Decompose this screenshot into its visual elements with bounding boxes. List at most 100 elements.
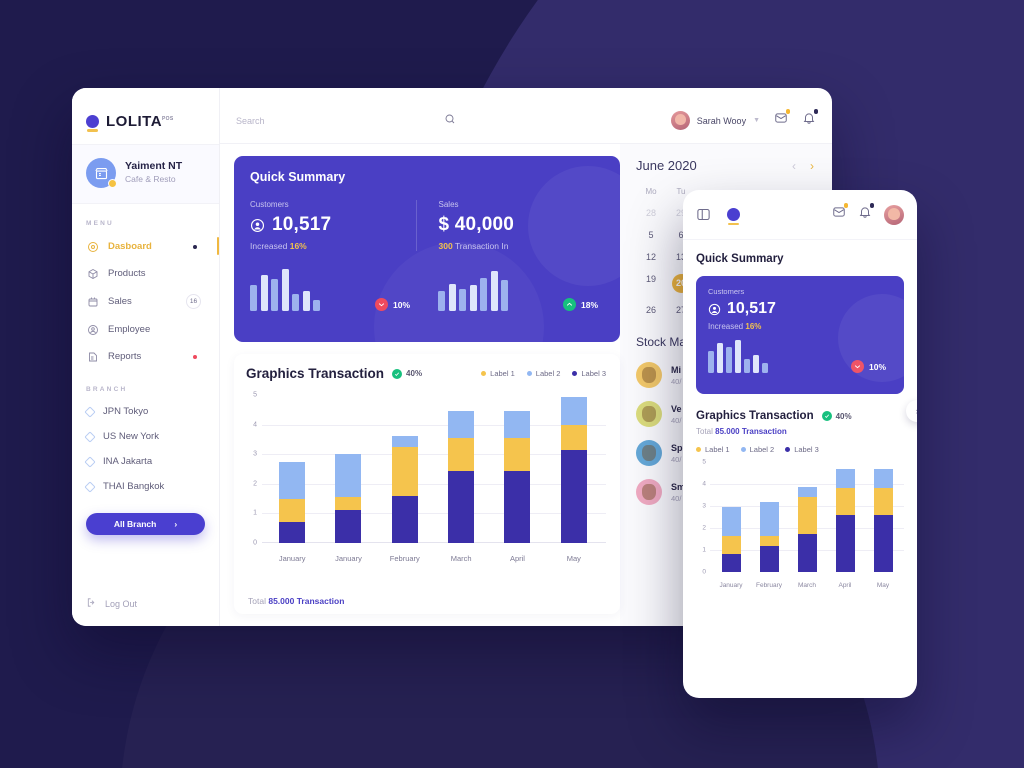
sparkline-bar (271, 279, 278, 311)
branch-item-jpn-tokyo[interactable]: JPN Tokyo (72, 399, 219, 424)
sidebar-item-label: Sales (108, 296, 132, 307)
sparkline-bar (726, 347, 732, 373)
branch-item-label: THAI Bangkok (103, 481, 165, 492)
all-branch-button[interactable]: All Branch › (86, 513, 205, 535)
branch-item-thai-bangkok[interactable]: THAI Bangkok (72, 474, 219, 499)
legend-label: Label 2 (749, 445, 775, 454)
y-axis: 0 1 2 3 4 5 (246, 392, 260, 547)
app-logo[interactable]: LOLITAPOS (72, 98, 219, 144)
user-circle-icon (86, 323, 99, 336)
y-tick-label: 2 (253, 480, 257, 488)
bar-segment (873, 468, 893, 489)
legend-swatch (572, 371, 578, 376)
mobile-graphics-badge-value: 40% (835, 411, 852, 421)
metric-value: $ 40,000 (438, 214, 515, 235)
x-tick-label: January (719, 582, 743, 589)
sidebar-item-sales[interactable]: Sales 16 (72, 287, 219, 316)
bar-segment (335, 454, 362, 498)
mobile-customers-sparkline (708, 340, 768, 373)
bar-segment (759, 545, 779, 572)
left-column: Quick Summary Customers 10,517 Increased… (220, 144, 620, 626)
calendar-day[interactable]: 5 (636, 230, 666, 240)
x-tick-label: May (566, 554, 581, 563)
bar-segment (835, 488, 855, 515)
stock-item-thumbnail (636, 440, 662, 466)
legend-label: Label 3 (794, 445, 819, 454)
user-menu[interactable]: Sarah Wooy ▼ (670, 111, 760, 130)
search-box[interactable] (236, 112, 481, 130)
mail-icon[interactable] (832, 203, 848, 224)
sidebar-item-products[interactable]: Products (72, 260, 219, 287)
sparkline-bar (762, 363, 768, 373)
calendar-prev-button[interactable]: ‹ (792, 159, 796, 173)
search-icon[interactable] (444, 112, 456, 130)
sidebar-toggle-icon[interactable] (696, 207, 711, 222)
mail-badge-dot (843, 203, 848, 208)
bar-segment (391, 495, 418, 543)
bar-segment (835, 514, 855, 572)
logout-button[interactable]: Log Out (72, 597, 219, 626)
chevron-down-icon[interactable]: ▼ (753, 117, 760, 124)
calendar-nav: ‹ › (792, 159, 832, 173)
y-axis: 0 1 2 3 4 5 (696, 459, 708, 576)
graphics-transaction-card: Graphics Transaction 40% Label 1 Label 2L… (234, 354, 620, 614)
customers-sparkline (250, 269, 320, 311)
stock-item-thumbnail (636, 401, 662, 427)
sidebar-item-label: Products (108, 268, 146, 279)
bell-icon[interactable] (858, 203, 874, 224)
branch-item-label: JPN Tokyo (103, 406, 149, 417)
calendar-day[interactable]: 12 (636, 252, 666, 262)
mobile-next-card-button[interactable]: › (906, 400, 917, 422)
sparkline-bar (292, 294, 299, 311)
bar-segment (721, 554, 741, 572)
branch-item-ina-jakarta[interactable]: INA Jakarta (72, 449, 219, 474)
bar-segment (759, 535, 779, 546)
sidebar-item-label: Reports (108, 351, 142, 362)
stock-item-subtitle: 40/ (671, 376, 682, 386)
sidebar-item-employee[interactable]: Employee (72, 316, 219, 343)
sidebar-item-reports[interactable]: Reports (72, 343, 219, 370)
metric-label: Customers (250, 200, 289, 209)
calendar-next-button[interactable]: › (810, 159, 814, 173)
stock-item-thumbnail (636, 479, 662, 505)
avatar[interactable] (884, 204, 904, 225)
report-icon (86, 350, 99, 363)
store-profile[interactable]: Yaiment NT Cafe & Resto (72, 144, 219, 204)
mobile-top-bar (683, 190, 917, 240)
branch-item-us-new-york[interactable]: US New York (72, 424, 219, 449)
trend-up-icon (562, 298, 576, 311)
x-tick-label: February (389, 554, 420, 563)
bell-icon[interactable] (802, 109, 818, 130)
bar-segment (759, 501, 779, 536)
store-name: Yaiment NT (125, 160, 183, 173)
mail-icon[interactable] (774, 109, 790, 130)
menu-section-label: MENU (86, 220, 114, 227)
sidebar-item-dasboard[interactable]: Dasboard (72, 233, 219, 260)
mobile-graphics-title: Graphics Transaction (696, 410, 814, 422)
bar-segment (797, 533, 817, 572)
avatar (670, 111, 690, 130)
all-branch-label: All Branch (113, 519, 157, 529)
bar-segment (873, 488, 893, 515)
sparkline-bar (281, 269, 289, 311)
y-tick-label: 0 (253, 539, 257, 547)
search-input[interactable] (236, 115, 436, 126)
sales-trend-value: 18% (580, 299, 598, 310)
sidebar-item-label: Dasboard (108, 241, 152, 252)
bar-stack (391, 436, 418, 543)
bar-segment (391, 446, 418, 496)
legend-item: Label 2 (526, 369, 560, 378)
calendar-day[interactable]: 26 (636, 305, 666, 315)
legend-item: Label 3 (785, 445, 819, 454)
mobile-chart-legend: Label 1 Label 2 Label 3 (696, 445, 904, 454)
chart-legend: Label 1 Label 2 Label 3 (481, 369, 606, 378)
bar-segment (560, 449, 587, 543)
bar-stack (448, 411, 475, 543)
user-circle-icon (708, 303, 721, 316)
top-bar: Sarah Wooy ▼ (220, 98, 832, 144)
calendar-day[interactable]: 28 (636, 208, 666, 218)
quick-summary-metrics: Customers 10,517 Increased 16% Sales $ 4… (250, 200, 604, 251)
calendar-day[interactable]: 19 (636, 274, 666, 293)
sparkline-bar (753, 355, 759, 373)
metric-sub-value: 16% (289, 241, 307, 251)
